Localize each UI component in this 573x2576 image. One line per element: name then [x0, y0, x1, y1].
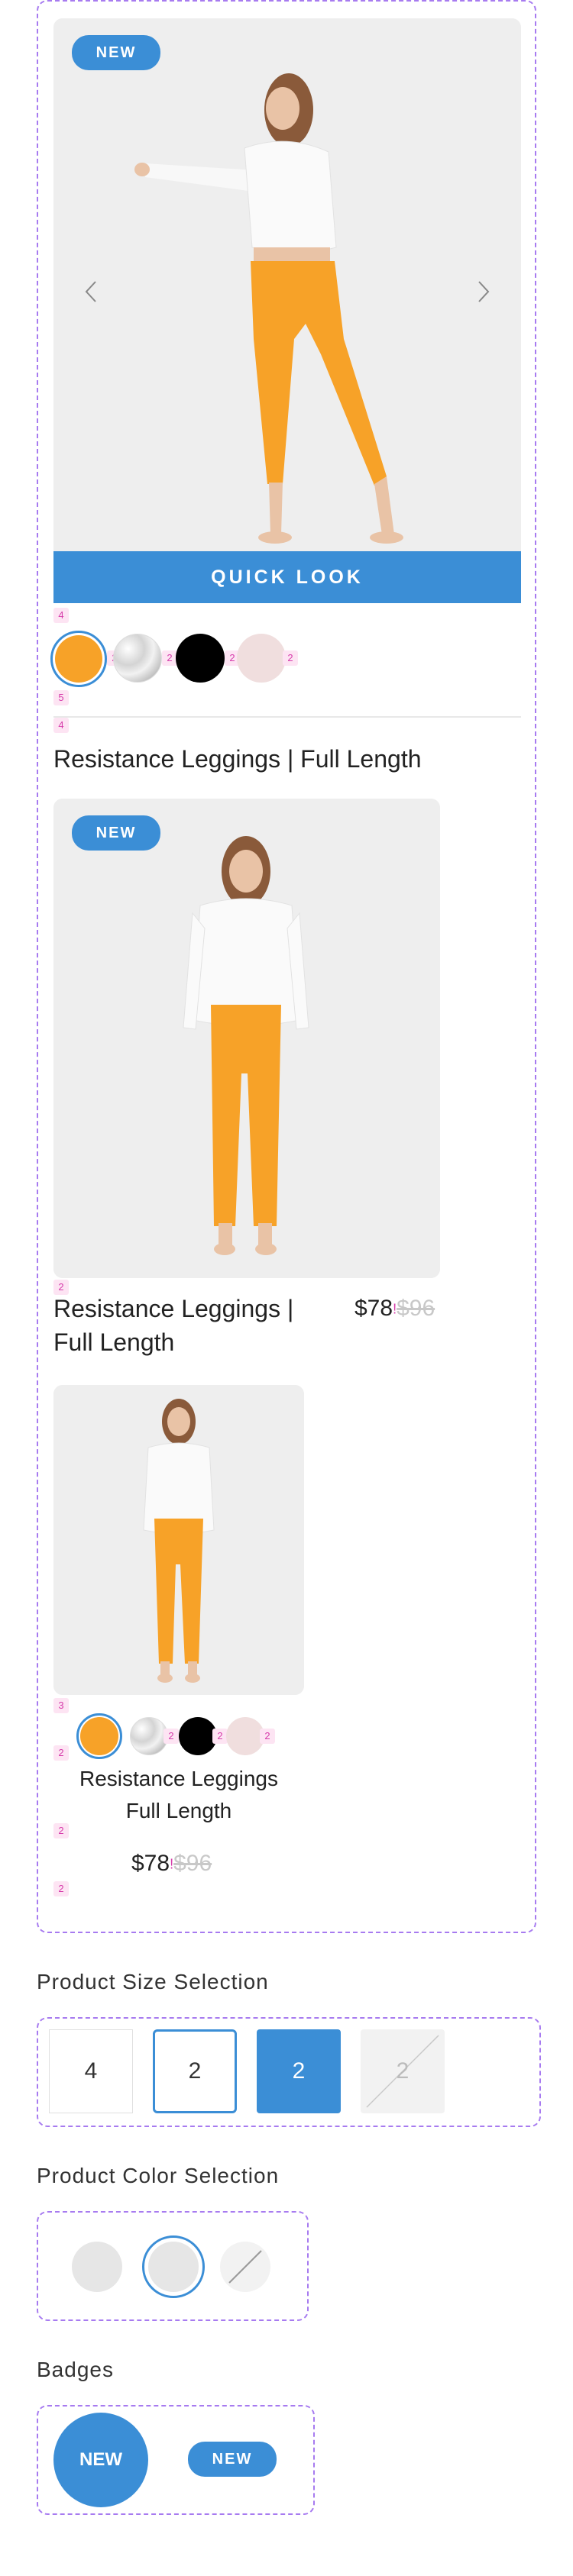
quick-look-button[interactable]: QUICK LOOK	[53, 551, 521, 603]
product-image-main[interactable]	[53, 18, 521, 551]
new-badge: NEW	[72, 815, 160, 851]
badges-label: Badges	[37, 2358, 114, 2381]
pill-new-badge: NEW	[188, 2442, 277, 2477]
spacing-marker: 3	[53, 1698, 69, 1713]
size-option-selected[interactable]: 2	[257, 2029, 341, 2113]
color-swatch-orange[interactable]	[55, 635, 102, 683]
spacing-marker: 2	[163, 1729, 179, 1744]
color-swatch-selected[interactable]	[148, 2242, 199, 2292]
product-image-small[interactable]	[53, 1385, 304, 1695]
spacing-marker: 5	[53, 690, 69, 705]
spacing-marker: 2	[260, 1729, 275, 1744]
spacing-marker: 2	[53, 1280, 69, 1295]
color-swatch-blush[interactable]	[237, 634, 286, 683]
compare-at-price: $96	[173, 1851, 212, 1876]
model-photo-illustration	[53, 799, 440, 1278]
spacing-marker: 2	[283, 650, 298, 666]
product-image-medium[interactable]	[53, 799, 440, 1278]
spacing-marker: 2	[53, 1823, 69, 1838]
spacing-marker: 2	[53, 1745, 69, 1761]
model-photo-illustration	[53, 18, 521, 551]
sale-price: $78	[354, 1296, 393, 1321]
color-swatch-default[interactable]	[72, 2242, 122, 2292]
color-swatch-black[interactable]	[179, 1717, 217, 1755]
size-option-hover[interactable]: 2	[153, 2029, 237, 2113]
product-title-line1[interactable]: Resistance Leggings	[53, 1767, 304, 1791]
spacing-marker: 2	[53, 1881, 69, 1896]
chevron-right-icon	[478, 281, 490, 302]
spacing-marker: 4	[53, 718, 69, 733]
color-swatch-black[interactable]	[176, 634, 225, 683]
model-photo-illustration	[53, 1385, 304, 1695]
unavailable-slash-icon	[228, 2250, 262, 2284]
spacing-marker: 2	[212, 1729, 228, 1744]
color-swatch-blush[interactable]	[226, 1717, 264, 1755]
new-badge: NEW	[72, 35, 160, 70]
product-price: $78!$96	[354, 1296, 435, 1322]
spacing-marker: 2	[162, 650, 177, 666]
product-price: $78!$96	[131, 1851, 212, 1877]
color-selection-label: Product Color Selection	[37, 2164, 280, 2187]
color-swatch-unavailable[interactable]	[220, 2242, 270, 2292]
chevron-left-icon	[85, 281, 96, 302]
compare-at-price: $96	[397, 1296, 435, 1321]
product-title-line2[interactable]: Full Length	[53, 1799, 304, 1823]
size-selection-label: Product Size Selection	[37, 1970, 269, 1993]
carousel-next-arrow[interactable]	[472, 276, 495, 307]
carousel-prev-arrow[interactable]	[79, 276, 102, 307]
product-title-line1[interactable]: Resistance Leggings |	[53, 1295, 293, 1323]
product-title[interactable]: Resistance Leggings | Full Length	[53, 745, 422, 773]
color-swatch-marble[interactable]	[113, 634, 162, 683]
size-option-unavailable[interactable]: 2	[361, 2029, 445, 2113]
spacing-marker: 4	[53, 608, 69, 623]
round-new-badge: NEW	[53, 2413, 148, 2507]
color-swatch-marble[interactable]	[130, 1717, 168, 1755]
size-option[interactable]: 4	[49, 2029, 133, 2113]
size-option-label: 2	[396, 2058, 410, 2084]
card-divider	[53, 716, 521, 718]
product-title-line2[interactable]: Full Length	[53, 1328, 174, 1357]
color-swatch-orange[interactable]	[80, 1717, 118, 1755]
sale-price: $78	[131, 1851, 170, 1876]
